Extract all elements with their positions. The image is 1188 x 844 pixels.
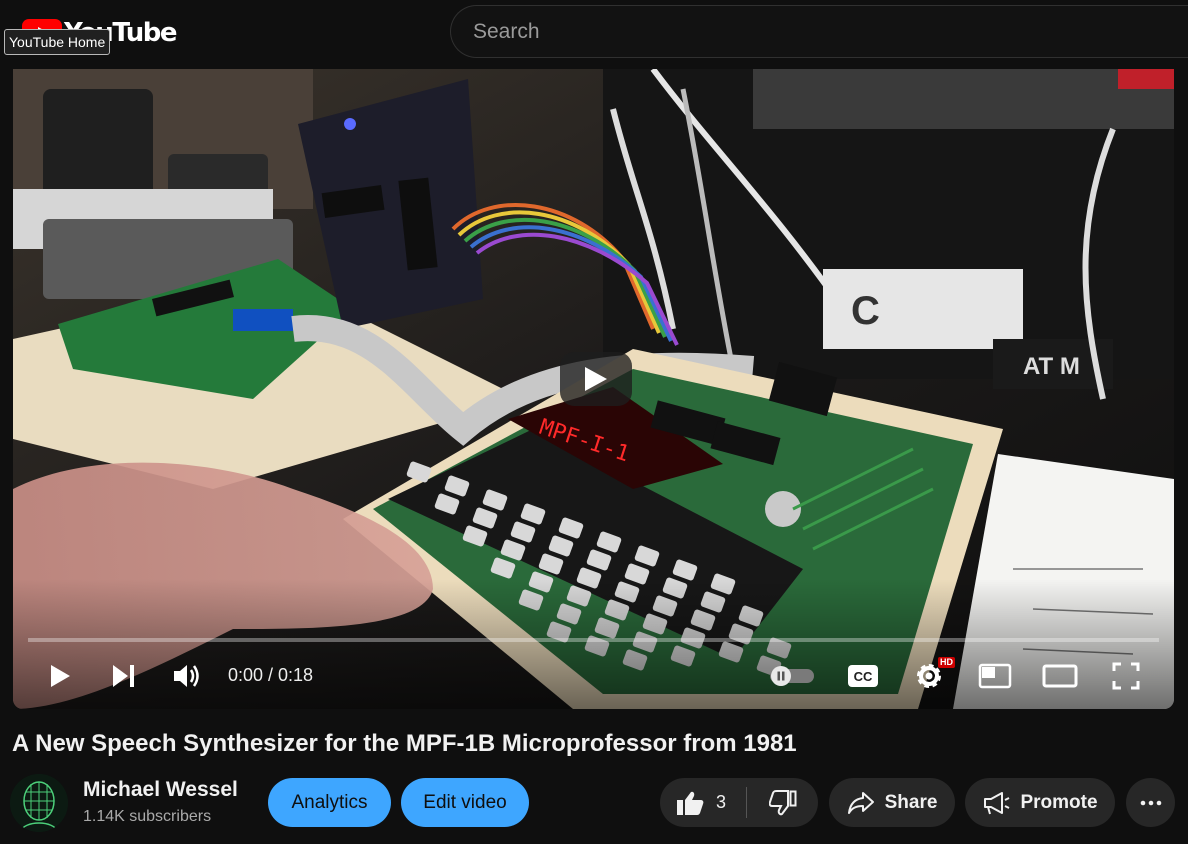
promote-button[interactable]: Promote	[965, 778, 1115, 827]
more-actions-button[interactable]	[1126, 778, 1175, 827]
thumbs-up-icon	[677, 791, 704, 815]
keypad-key	[434, 493, 460, 515]
edit-video-button[interactable]: Edit video	[401, 778, 529, 827]
like-button[interactable]: 3	[660, 778, 746, 827]
search-box[interactable]	[450, 5, 1188, 58]
large-play-button[interactable]	[560, 352, 632, 406]
volume-button[interactable]	[170, 659, 204, 693]
megaphone-icon	[984, 791, 1010, 814]
keypad-key	[510, 521, 536, 543]
keypad-key	[586, 549, 612, 571]
keypad-key	[558, 517, 584, 539]
captions-button[interactable]: CC	[846, 661, 880, 691]
share-label: Share	[884, 791, 938, 813]
theater-mode-button[interactable]	[1041, 661, 1079, 691]
keypad-key	[500, 539, 526, 561]
keypad-key	[462, 525, 488, 547]
share-icon	[847, 791, 874, 814]
more-horizontal-icon	[1140, 800, 1161, 805]
video-player[interactable]: C AT M MPF-I-1 0:00 / 0:18 CC HD	[13, 69, 1174, 709]
dislike-button[interactable]	[747, 778, 818, 827]
autoplay-toggle-icon	[770, 666, 814, 686]
video-title: A New Speech Synthesizer for the MPF-1B …	[12, 730, 797, 757]
miniplayer-icon	[978, 663, 1012, 689]
keypad-key	[490, 557, 516, 579]
keypad-key	[548, 535, 574, 557]
keypad-key	[538, 553, 564, 575]
keypad-key	[634, 545, 660, 567]
play-button[interactable]	[43, 661, 77, 691]
channel-avatar[interactable]	[10, 774, 68, 832]
captions-icon: CC	[848, 665, 878, 687]
progress-bar[interactable]	[28, 638, 1159, 642]
keypad-key	[520, 503, 546, 525]
volume-icon	[174, 665, 199, 687]
promote-label: Promote	[1020, 791, 1098, 813]
channel-name[interactable]: Michael Wessel	[83, 778, 238, 802]
like-dislike-group: 3	[660, 778, 818, 827]
hd-badge: HD	[938, 657, 955, 668]
svg-text:CC: CC	[854, 669, 873, 684]
home-tooltip: YouTube Home	[4, 29, 111, 55]
keypad-key	[596, 531, 622, 553]
subscriber-count: 1.14K subscribers	[83, 808, 212, 825]
time-display: 0:00 / 0:18	[228, 665, 314, 685]
keypad-key	[444, 475, 470, 497]
keypad-key	[472, 507, 498, 529]
autoplay-toggle[interactable]	[769, 664, 815, 688]
search-input[interactable]	[473, 6, 1153, 57]
masthead: YouTube YouTube Home	[0, 0, 1188, 64]
fullscreen-icon	[1112, 662, 1140, 690]
fullscreen-button[interactable]	[1109, 660, 1143, 692]
share-button[interactable]: Share	[829, 778, 955, 827]
play-icon	[51, 665, 70, 687]
keypad-key	[482, 489, 508, 511]
keypad-key	[672, 559, 698, 581]
thumbs-down-icon	[768, 789, 796, 815]
like-count: 3	[716, 792, 727, 812]
next-button[interactable]	[107, 661, 141, 691]
analytics-button[interactable]: Analytics	[268, 778, 391, 827]
keypad-key	[406, 461, 432, 483]
next-icon	[113, 665, 134, 687]
theater-icon	[1042, 664, 1078, 688]
miniplayer-button[interactable]	[977, 661, 1013, 691]
avatar-face-icon	[10, 774, 68, 832]
